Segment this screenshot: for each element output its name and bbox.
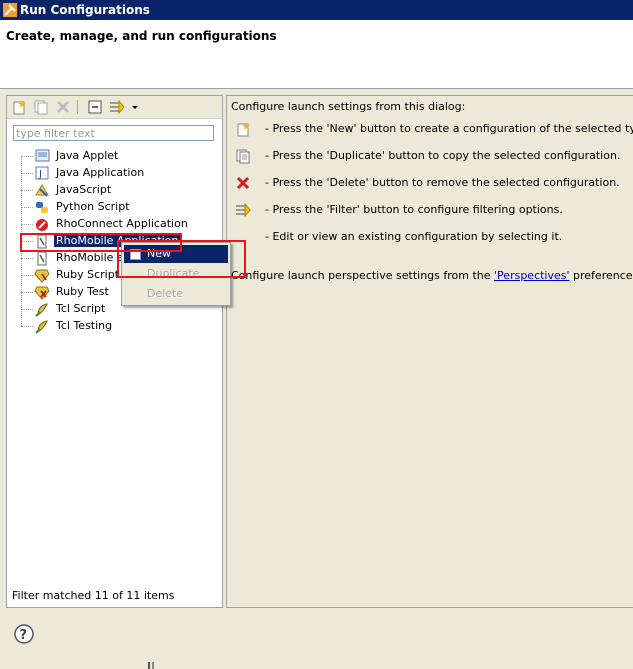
instruction-edit: - Edit or view an existing configuration… [235, 229, 633, 247]
tree-item-label: Java Application [56, 166, 145, 179]
tree-item-java-applet[interactable]: Java Applet [21, 148, 221, 165]
tcl-icon [35, 320, 48, 334]
instruction-text: - Press the 'New' button to create a con… [265, 122, 633, 135]
tree-item-java-application[interactable]: J Java Application [21, 165, 221, 182]
java-application-icon: J [35, 166, 49, 180]
instruction-duplicate: - Press the 'Duplicate' button to copy t… [235, 148, 633, 166]
tree-item-rhoconnect-application[interactable]: RhoConnect Application [21, 216, 221, 233]
perspectives-line: Configure launch perspective settings fr… [231, 269, 633, 282]
duplicate-icon [236, 149, 250, 164]
toolbar-separator [77, 100, 78, 114]
instruction-new: - Press the 'New' button to create a con… [235, 121, 633, 139]
configuration-tree-panel: Java Applet J Java Application JavaScrip… [6, 95, 223, 608]
tree-item-label: Ruby Script [56, 268, 120, 281]
intro-text: Configure launch settings from this dial… [231, 100, 466, 113]
instruction-text: - Press the 'Delete' button to remove th… [265, 176, 620, 189]
ruby-test-icon [34, 286, 50, 300]
dialog-footer: ? [0, 610, 633, 669]
tools-icon [3, 3, 17, 17]
instruction-filter: - Press the 'Filter' button to configure… [235, 202, 633, 220]
filter-status: Filter matched 11 of 11 items [12, 589, 175, 602]
tree-item-label: JavaScript [56, 183, 112, 196]
rhoconnect-icon [36, 219, 48, 231]
tree-item-javascript[interactable]: JavaScript [21, 182, 221, 199]
dropdown-arrow-icon[interactable] [130, 99, 140, 115]
menu-item-delete[interactable]: Delete [124, 285, 228, 303]
javascript-icon [35, 184, 49, 197]
instruction-text: - Edit or view an existing configuration… [265, 230, 563, 243]
tree-item-label: Tcl Testing [56, 319, 113, 332]
title-bar: Run Configurations [0, 0, 633, 20]
svg-text:?: ? [20, 628, 28, 643]
perspectives-suffix: preference page [573, 269, 633, 282]
python-icon [36, 202, 48, 213]
tree-item-label: Ruby Test [56, 285, 109, 298]
instruction-text: - Press the 'Duplicate' button to copy t… [265, 149, 621, 162]
help-icon[interactable]: ? [14, 624, 34, 644]
duplicate-icon[interactable] [33, 99, 49, 115]
ruby-icon [34, 269, 50, 283]
filter-icon[interactable] [109, 99, 125, 115]
tree-item-python-script[interactable]: Python Script [21, 199, 221, 216]
new-config-icon [237, 122, 250, 137]
tree-item-tcl-testing[interactable]: Tcl Testing [21, 318, 221, 335]
rhomobile-icon [37, 251, 47, 266]
delete-icon[interactable] [55, 99, 71, 115]
instruction-text: - Press the 'Filter' button to configure… [265, 203, 563, 216]
java-applet-icon [35, 149, 50, 162]
tree-item-label: RhoConnect Application [56, 217, 188, 230]
dialog-header: Create, manage, and run configurations [0, 20, 633, 89]
filter-input[interactable] [13, 125, 214, 141]
filter-icon [236, 202, 251, 218]
delete-icon [236, 176, 250, 190]
scroll-marker [148, 662, 154, 669]
instruction-delete: - Press the 'Delete' button to remove th… [235, 175, 633, 193]
new-config-icon[interactable] [11, 99, 27, 115]
tree-item-label: Python Script [56, 200, 130, 213]
svg-text:J: J [38, 169, 42, 180]
collapse-all-icon[interactable] [87, 99, 103, 115]
tree-item-label: Java Applet [56, 149, 119, 162]
window-title: Run Configurations [20, 3, 150, 17]
tree-item-label: Tcl Script [56, 302, 106, 315]
tree-toolbar [7, 96, 222, 119]
perspectives-prefix: Configure launch perspective settings fr… [231, 269, 491, 282]
header-title: Create, manage, and run configurations [6, 29, 277, 43]
tcl-icon [35, 303, 48, 317]
description-panel: Configure launch settings from this dial… [226, 95, 633, 608]
highlight-new-menu-item [117, 240, 246, 278]
perspectives-link[interactable]: 'Perspectives' [494, 269, 570, 282]
